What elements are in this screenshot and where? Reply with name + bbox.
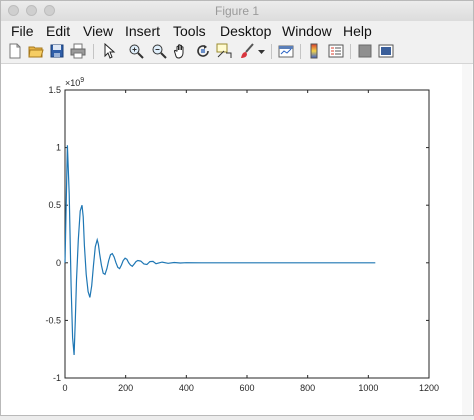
axes-background [64,89,430,379]
save-icon[interactable] [49,43,65,59]
menu-edit[interactable]: Edit [46,23,70,39]
x-tick-label: 200 [118,383,133,393]
window-side-edge [462,64,472,415]
y-tick-label: -1 [53,373,61,383]
open-file-icon[interactable] [28,43,44,59]
title-bar[interactable]: Figure 1 [1,1,473,22]
toolbar-separator [350,44,351,59]
menu-view[interactable]: View [83,23,113,39]
menu-window[interactable]: Window [282,23,332,39]
pan-hand-icon[interactable] [173,43,189,59]
y-tick-label: -0.5 [45,315,61,325]
figure-canvas: 0 200 400 600 800 1000 1200 -1 -0.5 0 0.5 1 1.5 ×109 [1,64,473,415]
colorbar-icon[interactable] [306,43,322,59]
y-tick-label: 1 [56,143,61,153]
x-tick-label: 1200 [419,383,439,393]
new-figure-icon[interactable] [7,43,23,59]
figure-toolbar [1,40,473,64]
hide-plot-tools-icon[interactable] [357,43,373,59]
brush-dropdown-icon[interactable] [257,43,266,59]
menu-insert[interactable]: Insert [125,23,160,39]
show-plot-tools-icon[interactable] [378,43,394,59]
x-tick-label: 600 [239,383,254,393]
toolbar-separator [271,44,272,59]
x-tick-label: 0 [62,383,67,393]
figure-window: Figure 1 File Edit View Insert Tools Des… [0,0,474,416]
menu-tools[interactable]: Tools [173,23,206,39]
toolbar-separator [93,44,94,59]
pointer-icon[interactable] [101,43,117,59]
brush-icon[interactable] [239,43,255,59]
link-plot-icon[interactable] [278,43,294,59]
x-tick-label: 400 [179,383,194,393]
menu-desktop[interactable]: Desktop [220,23,271,39]
toolbar-separator [300,44,301,59]
y-exponent-label: ×109 [65,77,84,88]
zoom-in-icon[interactable] [128,43,144,59]
menu-file[interactable]: File [11,23,34,39]
menu-bar: File Edit View Insert Tools Desktop Wind… [1,21,473,40]
zoom-out-icon[interactable] [151,43,167,59]
line-plot[interactable]: 0 200 400 600 800 1000 1200 -1 -0.5 0 0.5 1 1.5 ×109 [1,64,463,415]
y-tick-label: 0.5 [48,200,61,210]
menu-help[interactable]: Help [343,23,372,39]
legend-icon[interactable] [328,43,344,59]
rotate-3d-icon[interactable] [195,43,211,59]
print-icon[interactable] [70,43,86,59]
window-title: Figure 1 [214,4,260,18]
y-tick-label: 1.5 [48,85,61,95]
x-tick-label: 1000 [358,383,378,393]
x-tick-label: 800 [300,383,315,393]
y-tick-label: 0 [56,258,61,268]
data-cursor-icon[interactable] [216,43,232,59]
